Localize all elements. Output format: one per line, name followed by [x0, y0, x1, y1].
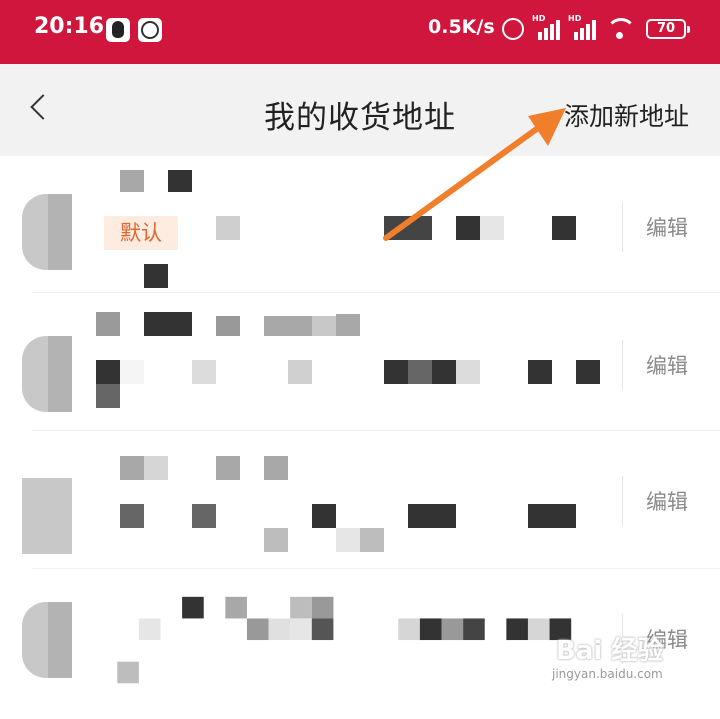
blurred-address-text	[120, 170, 576, 288]
clock-app-icon	[138, 18, 162, 42]
battery-icon: 70	[646, 19, 690, 39]
blurred-address-text	[96, 312, 600, 408]
default-badge: 默认	[104, 216, 178, 250]
divider	[622, 340, 623, 390]
signal-hd-label: HD	[532, 14, 546, 23]
avatar	[22, 602, 72, 678]
signal-icon: HD	[568, 14, 598, 42]
avatar	[22, 336, 72, 412]
network-speed: 0.5K/s	[428, 16, 495, 38]
avatar	[22, 478, 72, 554]
address-item[interactable]: 编辑	[0, 430, 720, 566]
edit-button[interactable]: 编辑	[646, 486, 688, 516]
address-item[interactable]: 编辑	[0, 292, 720, 428]
nav-bar: 我的收货地址 添加新地址	[0, 64, 720, 156]
address-item[interactable]: 默认 编辑	[0, 156, 720, 292]
edit-button[interactable]: 编辑	[646, 350, 688, 380]
qq-icon	[106, 18, 130, 42]
avatar	[22, 194, 72, 270]
watermark-brand: Bai 经验	[556, 636, 664, 666]
wifi-icon	[606, 18, 636, 40]
divider	[622, 476, 623, 526]
watermark-url: jingyan.baidu.com	[552, 667, 663, 681]
status-time: 20:16	[34, 14, 105, 39]
add-address-button[interactable]: 添加新地址	[564, 97, 689, 133]
blurred-address-text	[117, 596, 572, 684]
blurred-address-text	[120, 456, 576, 552]
alarm-icon	[502, 18, 524, 40]
divider	[622, 202, 623, 252]
signal-icon: HD	[532, 14, 562, 42]
baidu-watermark: Bai 经验 jingyan.baidu.com	[552, 630, 664, 681]
signal-hd-label: HD	[568, 14, 582, 23]
status-bar: 20:16 0.5K/s HD HD 70	[0, 0, 720, 64]
edit-button[interactable]: 编辑	[646, 212, 688, 242]
